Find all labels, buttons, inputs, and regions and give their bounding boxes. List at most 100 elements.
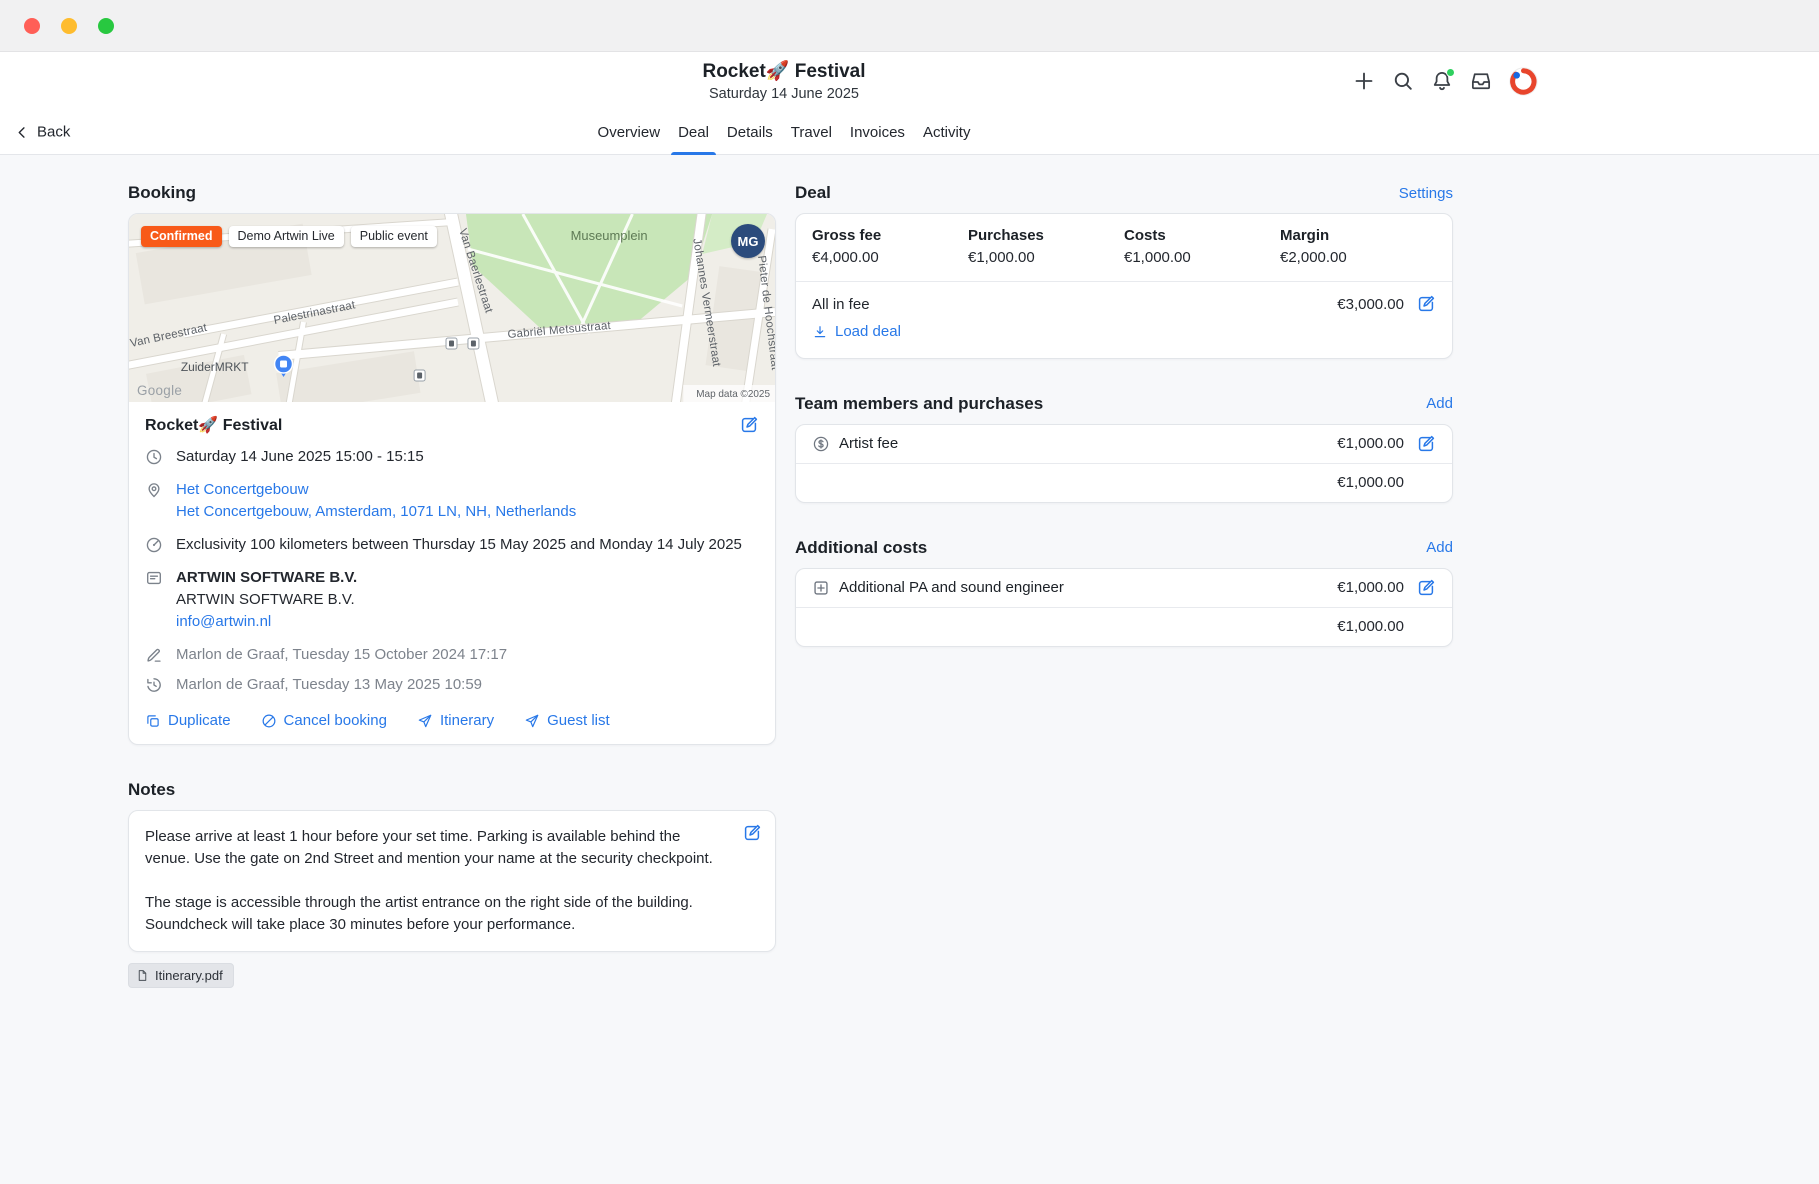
document-icon <box>136 969 149 982</box>
venue-name-link[interactable]: Het Concertgebouw <box>176 479 576 501</box>
page-subtitle: Saturday 14 June 2025 <box>0 84 1568 104</box>
duplicate-button[interactable]: Duplicate <box>145 712 231 729</box>
park-label: Museumplein <box>571 228 648 243</box>
company-name: ARTWIN SOFTWARE B.V. <box>176 567 357 589</box>
team-purchases-card: Artist fee €1,000.00 €1,000.00 <box>795 424 1453 503</box>
macos-titlebar <box>0 0 1819 52</box>
inbox-tray-icon[interactable] <box>1470 70 1492 92</box>
created-by-text: Marlon de Graaf, Tuesday 15 October 2024… <box>176 644 507 666</box>
zoom-window-button[interactable] <box>98 18 114 34</box>
deal-heading: Deal <box>795 183 831 203</box>
stat-margin: Margin €2,000.00 <box>1280 227 1436 266</box>
tab-details[interactable]: Details <box>718 110 782 154</box>
booking-card: Van Baerlestraat Palestrinastraat Van Br… <box>128 213 776 745</box>
copy-icon <box>145 713 161 729</box>
booking-datetime: Saturday 14 June 2025 15:00 - 15:15 <box>176 446 424 468</box>
table-row[interactable]: Additional PA and sound engineer €1,000.… <box>796 569 1452 608</box>
nav-bar: Back Overview Deal Details Travel Invoic… <box>0 110 1819 155</box>
tag-badge: Public event <box>351 226 437 247</box>
deal-stats: Gross fee €4,000.00 Purchases €1,000.00 … <box>796 214 1452 281</box>
add-team-purchase-link[interactable]: Add <box>1426 395 1453 412</box>
notification-dot <box>1446 68 1455 77</box>
cancel-icon <box>261 713 277 729</box>
notes-heading: Notes <box>128 780 175 800</box>
tab-overview[interactable]: Overview <box>589 110 670 154</box>
stat-costs: Costs €1,000.00 <box>1124 227 1280 266</box>
attachment-name: Itinerary.pdf <box>155 968 223 983</box>
created-by-row: Marlon de Graaf, Tuesday 15 October 2024… <box>145 644 759 666</box>
tab-bar: Overview Deal Details Travel Invoices Ac… <box>0 110 1568 154</box>
edit-icon <box>1416 434 1436 454</box>
table-row[interactable]: Artist fee €1,000.00 <box>796 425 1452 464</box>
purchase-label: Artist fee <box>839 435 1337 452</box>
cost-label: Additional PA and sound engineer <box>839 579 1337 596</box>
exclusivity-row: Exclusivity 100 kilometers between Thurs… <box>145 534 759 556</box>
history-icon <box>145 676 163 694</box>
all-in-fee-label: All in fee <box>812 296 1337 313</box>
team-purchases-heading: Team members and purchases <box>795 394 1043 414</box>
datetime-row: Saturday 14 June 2025 15:00 - 15:15 <box>145 446 759 468</box>
booking-badges: Confirmed Demo Artwin Live Public event <box>141 226 437 247</box>
booking-actions: Duplicate Cancel booking Itinerary Guest… <box>145 712 759 729</box>
deal-settings-link[interactable]: Settings <box>1399 185 1453 202</box>
edit-icon <box>739 415 759 435</box>
notes-card: Please arrive at least 1 hour before you… <box>128 810 776 952</box>
booking-title: Rocket🚀 Festival <box>145 415 282 435</box>
additional-costs-card: Additional PA and sound engineer €1,000.… <box>795 568 1453 647</box>
cancel-booking-button[interactable]: Cancel booking <box>261 712 387 729</box>
itinerary-button[interactable]: Itinerary <box>417 712 494 729</box>
add-icon[interactable] <box>1353 70 1375 92</box>
edit-booking-button[interactable] <box>739 415 759 435</box>
attachment-chip[interactable]: Itinerary.pdf <box>128 963 234 988</box>
paper-plane-icon <box>524 713 540 729</box>
edit-icon <box>1416 294 1436 314</box>
tab-deal[interactable]: Deal <box>669 110 718 154</box>
edit-cost-button[interactable] <box>1416 578 1436 598</box>
booking-details: Rocket🚀 Festival Saturday 14 June 2025 1… <box>129 402 775 744</box>
notes-paragraph: Please arrive at least 1 hour before you… <box>145 826 725 870</box>
venue-address-link[interactable]: Het Concertgebouw, Amsterdam, 1071 LN, N… <box>176 501 576 523</box>
company-email-link[interactable]: info@artwin.nl <box>176 611 357 633</box>
notifications-bell-icon[interactable] <box>1431 70 1453 92</box>
tab-travel[interactable]: Travel <box>782 110 841 154</box>
status-badge: Confirmed <box>141 226 222 247</box>
clock-icon <box>145 448 163 466</box>
avatar[interactable]: MG <box>731 224 765 258</box>
edit-all-in-fee-button[interactable] <box>1416 294 1436 314</box>
notes-paragraph: The stage is accessible through the arti… <box>145 892 725 936</box>
tag-badge: Demo Artwin Live <box>229 226 344 247</box>
all-in-fee-value: €3,000.00 <box>1337 296 1404 313</box>
search-icon[interactable] <box>1392 70 1414 92</box>
dollar-circle-icon <box>812 435 830 453</box>
exclusivity-radius-icon <box>145 536 163 554</box>
stat-gross-fee: Gross fee €4,000.00 <box>812 227 968 266</box>
load-deal-link[interactable]: Load deal <box>812 323 901 340</box>
booking-heading: Booking <box>128 183 196 203</box>
add-additional-cost-link[interactable]: Add <box>1426 539 1453 556</box>
paper-plane-icon <box>417 713 433 729</box>
edit-purchase-button[interactable] <box>1416 434 1436 454</box>
signature-icon <box>145 646 163 664</box>
guest-list-button[interactable]: Guest list <box>524 712 610 729</box>
tab-activity[interactable]: Activity <box>914 110 980 154</box>
contract-icon <box>145 569 163 587</box>
company-subname: ARTWIN SOFTWARE B.V. <box>176 589 357 611</box>
tab-invoices[interactable]: Invoices <box>841 110 914 154</box>
systemone-logo[interactable] <box>1509 67 1538 96</box>
deal-column: Deal Settings Gross fee €4,000.00 Purcha… <box>795 155 1453 647</box>
purchase-value: €1,000.00 <box>1337 435 1404 452</box>
map-attribution: Map data ©2025 <box>696 389 770 400</box>
edit-notes-button[interactable] <box>742 823 762 843</box>
header-actions <box>1353 52 1538 110</box>
deal-card: Gross fee €4,000.00 Purchases €1,000.00 … <box>795 213 1453 359</box>
event-title-block: Rocket🚀 Festival Saturday 14 June 2025 <box>0 59 1568 104</box>
plus-square-icon <box>812 579 830 597</box>
main-content: Booking <box>0 155 1819 1184</box>
booking-column: Booking <box>128 155 776 988</box>
minimize-window-button[interactable] <box>61 18 77 34</box>
all-in-fee-section: All in fee €3,000.00 Load deal <box>796 281 1452 358</box>
close-window-button[interactable] <box>24 18 40 34</box>
venue-map[interactable]: Van Baerlestraat Palestrinastraat Van Br… <box>129 214 775 402</box>
team-purchases-total: €1,000.00 <box>796 464 1452 502</box>
exclusivity-text: Exclusivity 100 kilometers between Thurs… <box>176 534 742 556</box>
